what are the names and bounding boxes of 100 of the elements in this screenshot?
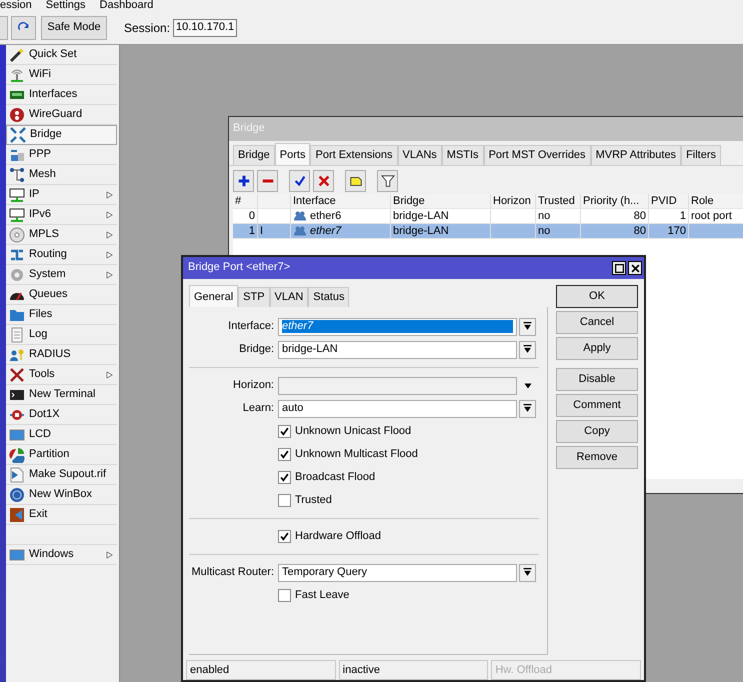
checkbox[interactable]	[278, 589, 291, 602]
sidebar-item[interactable]: Mesh	[6, 165, 117, 185]
sidebar-item[interactable]: Log	[6, 325, 117, 345]
maximize-button[interactable]	[612, 261, 626, 275]
menu-item[interactable]: Dashboard	[100, 0, 154, 12]
table-cell: 170	[668, 224, 686, 238]
checkbox-label: Fast Leave	[295, 589, 350, 602]
remove-button[interactable]	[257, 170, 278, 192]
sidebar-item[interactable]: PPP	[6, 145, 117, 165]
users-icon	[293, 225, 307, 238]
tab[interactable]: Port Extensions	[310, 145, 398, 166]
select-field[interactable]: bridge-LAN	[278, 340, 517, 359]
sidebar-item[interactable]: Dot1X	[6, 405, 117, 425]
dialog-button[interactable]: Cancel	[556, 311, 638, 334]
sidebar-item[interactable]: Routing	[6, 245, 117, 265]
sidebar-item[interactable]: IPv6	[6, 205, 117, 225]
table-cell: 80	[634, 210, 646, 223]
menu-item[interactable]: ession	[0, 0, 32, 12]
filter-button[interactable]	[377, 170, 398, 192]
redo-button[interactable]	[11, 16, 36, 40]
sidebar-item[interactable]: Tools	[6, 365, 117, 385]
dialog-button[interactable]: Remove	[556, 446, 638, 469]
field-label: Bridge:	[238, 343, 275, 356]
column-header[interactable]: #	[233, 194, 258, 208]
session-field[interactable]: 10.10.170.1	[173, 19, 238, 37]
select-field[interactable]: Temporary Query	[278, 564, 517, 582]
sidebar-item[interactable]: IP	[6, 185, 117, 205]
tab[interactable]: Port MST Overrides	[484, 145, 591, 166]
close-button[interactable]	[628, 261, 642, 275]
dialog-button[interactable]: Copy	[556, 420, 638, 443]
sidebar-item[interactable]: Files	[6, 305, 117, 325]
tab[interactable]: VLANs	[398, 145, 442, 166]
tab[interactable]: STP	[238, 287, 270, 308]
column-header[interactable]: Bridge	[391, 194, 491, 208]
dialog-button[interactable]: OK	[556, 285, 638, 308]
table-cell: 0	[248, 210, 255, 223]
table-cell: root port	[691, 210, 732, 223]
users-icon	[293, 210, 307, 222]
sidebar-item[interactable]: New Terminal	[6, 385, 117, 405]
session-label: Session:	[124, 20, 170, 36]
menu-item[interactable]: Settings	[46, 0, 86, 12]
dropdown-button[interactable]	[519, 340, 536, 359]
field-label: Horizon:	[232, 379, 275, 392]
column-header[interactable]: Interface	[291, 194, 391, 208]
sidebar-item[interactable]: Queues	[6, 285, 117, 305]
select-field[interactable]: ether7	[278, 318, 517, 336]
tab[interactable]: VLAN	[270, 287, 308, 308]
dialog-button[interactable]: Disable	[556, 368, 638, 391]
column-header[interactable]: Priority (h...	[581, 194, 649, 208]
safe-mode-button[interactable]: Safe Mode	[41, 16, 107, 40]
dialog-button[interactable]: Apply	[556, 337, 638, 360]
dialog-title: Bridge Port <ether7>	[188, 261, 290, 275]
comment-button[interactable]	[345, 170, 366, 192]
tab[interactable]: Ports	[274, 143, 310, 166]
checkbox-label: Broadcast Flood	[295, 471, 376, 484]
disc-icon	[9, 226, 25, 242]
column-header[interactable]: Trusted	[536, 194, 581, 208]
table-cell: 1	[680, 210, 686, 223]
tab[interactable]: Filters	[681, 145, 722, 166]
dropdown-arrow-icon	[522, 382, 532, 390]
sidebar-item[interactable]: System	[6, 265, 117, 285]
checkbox[interactable]	[278, 425, 291, 438]
tab[interactable]: General	[189, 285, 238, 308]
dropdown-arrow-icon	[523, 568, 532, 578]
column-header[interactable]: PVID	[649, 194, 689, 208]
tab[interactable]: Status	[308, 287, 350, 308]
sidebar-item[interactable]: Exit	[6, 505, 117, 525]
sidebar-item[interactable]: Partition	[6, 445, 117, 465]
add-button[interactable]	[233, 170, 254, 192]
dialog-button[interactable]: Comment	[556, 394, 638, 417]
sidebar-item[interactable]: Windows	[6, 545, 117, 565]
dropdown-button[interactable]	[519, 564, 536, 582]
sidebar-item[interactable]: New WinBox	[6, 485, 117, 505]
sidebar-item[interactable]: LCD	[6, 425, 117, 445]
column-header[interactable]: Role	[689, 194, 743, 208]
checkbox[interactable]	[278, 471, 291, 484]
select-field[interactable]: auto	[278, 400, 517, 418]
sidebar-item[interactable]: Quick Set	[6, 45, 117, 65]
tab[interactable]: Bridge	[233, 145, 275, 166]
status-field: enabled	[186, 660, 336, 680]
sidebar-item[interactable]: Make Supout.rif	[6, 465, 117, 485]
table-row[interactable]: 1 I ether7 bridge-LAN no 80 170	[233, 224, 743, 240]
column-header[interactable]: Horizon	[491, 194, 536, 208]
sidebar-item[interactable]: RADIUS	[6, 345, 117, 365]
tab[interactable]: MVRP Attributes	[590, 145, 682, 166]
field-label: Multicast Router:	[190, 566, 275, 580]
sidebar-item[interactable]: WiFi	[6, 65, 117, 85]
dropdown-button[interactable]	[519, 318, 536, 336]
table-cell: 1	[248, 224, 255, 238]
antenna-icon	[9, 66, 25, 82]
sidebar-item[interactable]: Bridge	[6, 125, 117, 145]
disable-button[interactable]	[313, 170, 334, 192]
checkbox[interactable]	[278, 530, 291, 544]
sidebar-item[interactable]: MPLS	[6, 225, 117, 245]
tab[interactable]: MSTIs	[442, 145, 484, 166]
sidebar-item[interactable]: Interfaces	[6, 85, 117, 105]
checkbox[interactable]	[278, 494, 291, 508]
dropdown-button[interactable]	[519, 400, 536, 418]
checkbox[interactable]	[278, 448, 291, 462]
enable-button[interactable]	[289, 170, 310, 192]
